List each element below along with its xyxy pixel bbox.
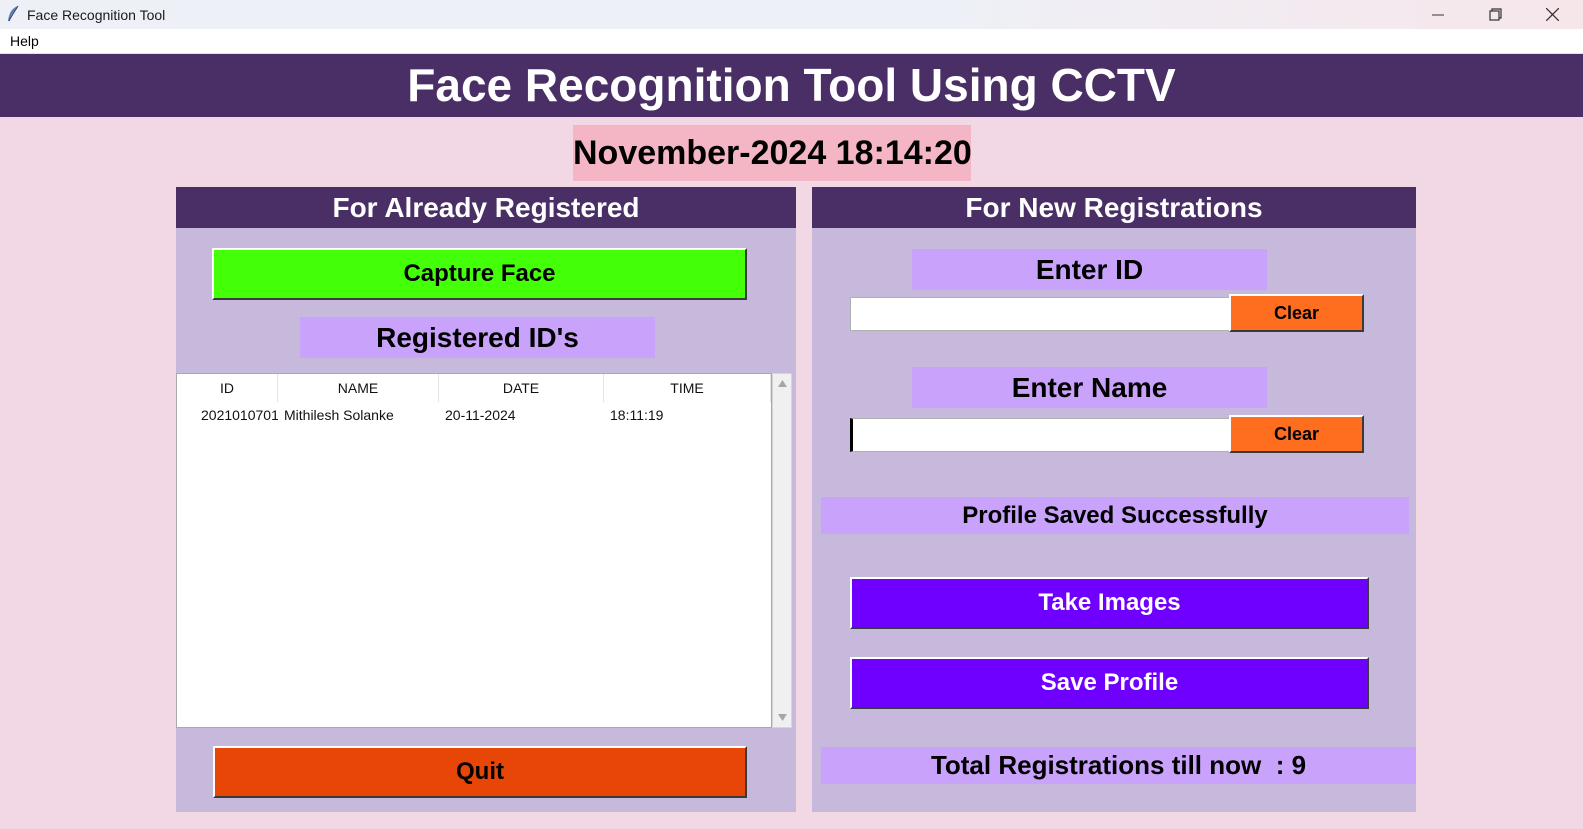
menubar: Help [0,29,1583,53]
status-message: Profile Saved Successfully [821,497,1409,534]
scroll-down-icon[interactable] [778,714,787,721]
new-registration-panel: For New Registrations Enter ID Clear Ent… [812,187,1416,812]
total-registrations: Total Registrations till now : 9 [821,747,1416,784]
close-button[interactable] [1524,0,1580,29]
menu-help[interactable]: Help [10,33,39,49]
capture-face-button[interactable]: Capture Face [212,248,747,300]
app-title: Face Recognition Tool Using CCTV [0,54,1583,117]
total-registrations-text: Total Registrations till now : 9 [930,750,1307,780]
cell-date: 20-11-2024 [445,407,516,423]
column-header-date[interactable]: DATE [439,374,604,402]
minimize-button[interactable] [1410,0,1466,29]
close-icon [1545,8,1559,21]
table-scrollbar[interactable] [772,373,792,728]
registered-panel: For Already Registered Capture Face Regi… [176,187,796,812]
new-registration-heading: For New Registrations [812,187,1416,228]
save-profile-button[interactable]: Save Profile [850,657,1369,709]
enter-id-label: Enter ID [912,249,1267,290]
registered-table[interactable]: ID NAME DATE TIME 2021010701 Mithilesh S… [176,373,772,728]
column-header-name[interactable]: NAME [278,374,439,402]
cell-id: 2021010701 [201,407,278,423]
restore-icon [1488,8,1502,21]
clear-name-button[interactable]: Clear [1229,415,1364,453]
table-body: 2021010701 Mithilesh Solanke 20-11-2024 … [177,402,771,428]
table-row[interactable]: 2021010701 Mithilesh Solanke 20-11-2024 … [177,402,771,428]
restore-button[interactable] [1467,0,1523,29]
enter-name-label: Enter Name [912,367,1267,408]
take-images-button[interactable]: Take Images [850,577,1369,629]
cell-time: 18:11:19 [610,407,664,423]
window-title: Face Recognition Tool [27,7,166,23]
registered-ids-label: Registered ID's [300,317,655,358]
registered-panel-heading: For Already Registered [176,187,796,228]
id-input[interactable] [850,297,1230,331]
cell-name: Mithilesh Solanke [284,407,394,423]
window-titlebar: Face Recognition Tool [0,0,1583,29]
scroll-up-icon[interactable] [778,380,787,387]
table-header: ID NAME DATE TIME [177,374,771,402]
feather-icon [8,5,19,22]
name-input[interactable] [850,418,1230,452]
minimize-icon [1432,14,1444,15]
datetime-display: November-2024 18:14:20 [573,125,971,181]
clear-id-button[interactable]: Clear [1229,294,1364,332]
column-header-time[interactable]: TIME [604,374,771,402]
quit-button[interactable]: Quit [213,746,747,798]
column-header-id[interactable]: ID [177,374,278,402]
